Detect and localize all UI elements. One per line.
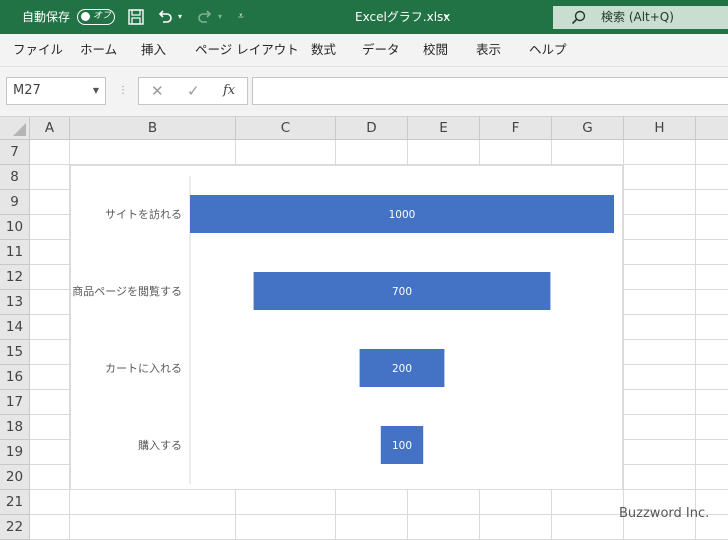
tab-review[interactable]: 校閲 [423, 34, 448, 66]
formula-input[interactable] [252, 77, 728, 105]
row-header-17[interactable]: 17 [0, 390, 30, 415]
tab-home[interactable]: ホーム [80, 34, 117, 66]
search-placeholder: 検索 (Alt+Q) [601, 10, 674, 24]
insert-function-icon[interactable]: fx [223, 82, 235, 100]
category-label: サイトを訪れる [105, 207, 182, 221]
row-header-12[interactable]: 12 [0, 265, 30, 290]
formula-bar: M27 ▼ ⋮ ✕ ✓ fx [0, 67, 728, 117]
tab-page-layout[interactable]: ページ レイアウト [195, 34, 299, 66]
row-header-8[interactable]: 8 [0, 165, 30, 190]
column-header-e[interactable]: E [408, 117, 480, 140]
column-header-c[interactable]: C [236, 117, 336, 140]
tab-insert[interactable]: 挿入 [141, 34, 166, 66]
redo-dropdown-icon[interactable]: ▾ [218, 0, 222, 34]
row-header-22[interactable]: 22 [0, 515, 30, 540]
data-label: 200 [392, 363, 412, 375]
column-header-a[interactable]: A [30, 117, 70, 140]
name-box-value: M27 [13, 83, 41, 98]
filename-dropdown-icon[interactable]: ▾ [444, 0, 448, 34]
row-header-14[interactable]: 14 [0, 315, 30, 340]
data-label: 1000 [389, 209, 416, 221]
undo-icon[interactable] [156, 8, 174, 26]
row-header-16[interactable]: 16 [0, 365, 30, 390]
funnel-chart[interactable]: サイトを訪れる 1000 商品ページを閲覧する 700 カートに入れる 200 購入する 10… [70, 165, 623, 490]
data-label: 100 [392, 440, 412, 452]
formula-buttons: ✕ ✓ fx [138, 77, 248, 105]
select-all-triangle-icon [13, 123, 26, 136]
search-box[interactable]: 検索 (Alt+Q) [553, 6, 728, 29]
row-header-15[interactable]: 15 [0, 340, 30, 365]
file-name: Excelグラフ.xlsx [355, 10, 451, 24]
category-label: 購入する [138, 438, 182, 452]
category-label: カートに入れる [105, 362, 182, 375]
tab-file[interactable]: ファイル [13, 34, 63, 66]
row-header-9[interactable]: 9 [0, 190, 30, 215]
select-all-button[interactable] [0, 117, 30, 140]
column-header-f[interactable]: F [480, 117, 552, 140]
name-box[interactable]: M27 ▼ [6, 77, 106, 105]
column-header-partial[interactable] [696, 117, 728, 140]
cancel-icon[interactable]: ✕ [151, 82, 164, 100]
toggle-knob [81, 12, 90, 21]
name-box-dropdown-icon[interactable]: ▼ [93, 78, 99, 104]
row-header-11[interactable]: 11 [0, 240, 30, 265]
enter-icon[interactable]: ✓ [187, 82, 200, 100]
category-label: 商品ページを閲覧する [72, 284, 182, 298]
row-header-10[interactable]: 10 [0, 215, 30, 240]
autosave-toggle[interactable]: オフ [77, 9, 115, 25]
funnel-chart-plot: サイトを訪れる 1000 商品ページを閲覧する 700 カートに入れる 200 購入する 10… [72, 176, 614, 484]
tab-formulas[interactable]: 数式 [311, 34, 336, 66]
data-label: 700 [392, 286, 412, 298]
row-header-21[interactable]: 21 [0, 490, 30, 515]
watermark: Buzzword Inc. [619, 506, 710, 521]
search-icon [571, 10, 586, 25]
row-header-7[interactable]: 7 [0, 140, 30, 165]
tab-help[interactable]: ヘルプ [529, 34, 567, 66]
column-header-h[interactable]: H [624, 117, 696, 140]
formula-bar-grip-icon[interactable]: ⋮ [118, 83, 128, 99]
redo-icon[interactable] [196, 8, 214, 26]
row-header-13[interactable]: 13 [0, 290, 30, 315]
title-bar: 自動保存 オフ ▾ ▾ ⩡ Excelグラフ.xlsx ▾ 検索 (Alt+Q) [0, 0, 728, 34]
ribbon-tabs: ファイル ホーム 挿入 ページ レイアウト 数式 データ 校閲 表示 ヘルプ [0, 34, 728, 67]
autosave-label: 自動保存 [22, 10, 71, 24]
customize-toolbar-icon[interactable]: ⩡ [238, 0, 244, 34]
column-header-b[interactable]: B [70, 117, 236, 140]
autosave-state: オフ [93, 11, 112, 21]
undo-dropdown-icon[interactable]: ▾ [178, 0, 182, 34]
column-header-g[interactable]: G [552, 117, 624, 140]
tab-view[interactable]: 表示 [476, 34, 501, 66]
save-icon[interactable] [127, 8, 145, 26]
row-header-19[interactable]: 19 [0, 440, 30, 465]
row-header-20[interactable]: 20 [0, 465, 30, 490]
row-header-18[interactable]: 18 [0, 415, 30, 440]
tab-data[interactable]: データ [362, 34, 400, 66]
column-header-d[interactable]: D [336, 117, 408, 140]
